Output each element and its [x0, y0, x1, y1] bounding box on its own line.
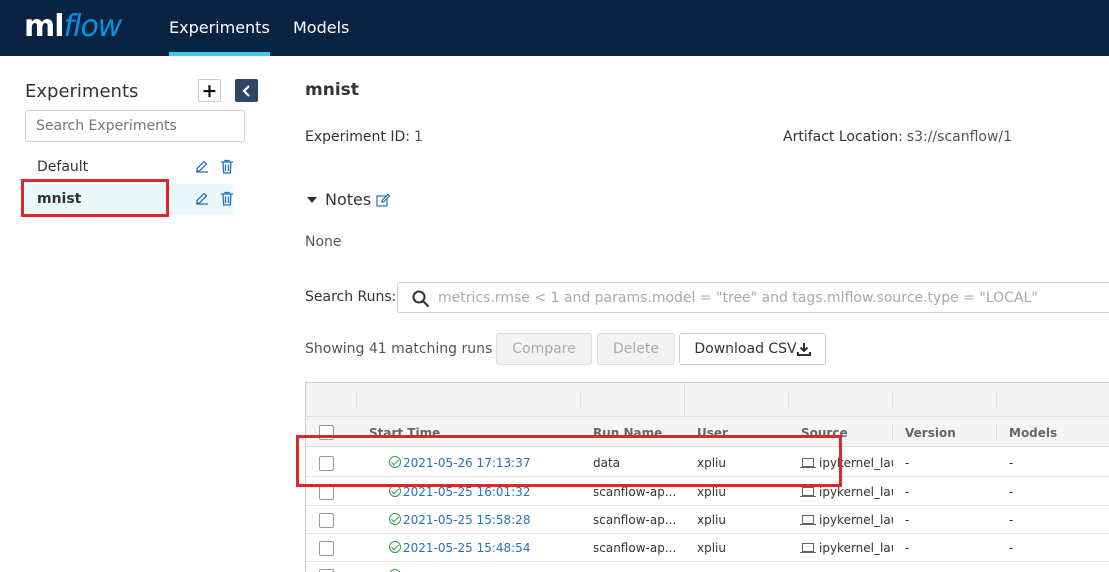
search-runs-placeholder: metrics.rmse < 1 and params.model = "tre… — [438, 290, 1038, 306]
run-name: scanflow-ap... — [593, 485, 675, 499]
trash-icon[interactable] — [220, 191, 234, 206]
run-models: - — [1009, 513, 1014, 527]
row-checkbox[interactable] — [319, 541, 334, 556]
laptop-icon — [800, 487, 816, 497]
logo-ml-text: ml — [24, 9, 65, 44]
matching-runs-count: Showing 41 matching runs — [305, 341, 493, 357]
run-source: ipykernel_lau — [819, 541, 893, 555]
download-csv-label: Download CSV — [694, 341, 797, 357]
run-version: - — [905, 456, 910, 470]
column-header-models[interactable]: Models — [1009, 426, 1057, 440]
status-success-icon — [389, 541, 401, 553]
run-user: xpliu — [697, 513, 726, 527]
run-name: scanflow-ap... — [593, 513, 675, 527]
notes-content: None — [305, 234, 342, 250]
experiment-label: Default — [37, 159, 89, 175]
notes-label: Notes — [325, 190, 372, 209]
nav-active-indicator — [169, 52, 270, 56]
delete-button[interactable]: Delete — [597, 333, 675, 365]
artifact-location-line: Artifact Location: s3://scanflow/1 — [783, 129, 1013, 145]
compare-button[interactable]: Compare — [496, 333, 592, 365]
run-user: xpliu — [697, 541, 726, 555]
search-runs-input[interactable]: metrics.rmse < 1 and params.model = "tre… — [397, 282, 1109, 313]
search-icon — [412, 290, 430, 308]
nav-experiments[interactable]: Experiments — [169, 18, 270, 37]
experiment-id-value: 1 — [413, 129, 423, 145]
run-models: - — [1009, 541, 1014, 555]
add-experiment-button[interactable]: + — [198, 79, 221, 102]
experiment-id-label: Experiment ID — [305, 129, 406, 145]
top-navbar: mlflow Experiments Models — [0, 0, 1109, 56]
search-runs-label: Search Runs: — [305, 289, 397, 305]
sidebar-title: Experiments — [25, 81, 139, 102]
edit-icon[interactable] — [195, 191, 209, 205]
download-icon — [796, 343, 811, 356]
run-source: ipykernel_lau — [819, 513, 893, 527]
edit-icon[interactable] — [195, 159, 209, 173]
run-models: - — [1009, 485, 1014, 499]
row-checkbox[interactable] — [319, 485, 334, 500]
run-user: xpliu — [697, 485, 726, 499]
table-group-header — [306, 383, 1109, 417]
laptop-icon — [800, 543, 816, 553]
run-version: - — [905, 513, 910, 527]
table-row[interactable]: 2021-05-25 15:58:28 scanflow-ap... xpliu… — [306, 506, 1109, 534]
artifact-location-label: Artifact Location — [783, 129, 899, 145]
column-header-version[interactable]: Version — [905, 426, 956, 440]
table-row[interactable] — [306, 562, 1109, 572]
nav-models[interactable]: Models — [293, 18, 349, 37]
notes-header[interactable]: Notes — [325, 190, 371, 209]
download-csv-button[interactable]: Download CSV — [679, 333, 826, 365]
highlight-box-first-run — [296, 435, 842, 487]
table-row[interactable]: 2021-05-25 15:48:54 scanflow-ap... xpliu… — [306, 534, 1109, 562]
logo-flow-text: flow — [63, 9, 123, 44]
collapse-sidebar-button[interactable] — [235, 79, 258, 102]
run-start-time-link[interactable]: 2021-05-25 15:48:54 — [403, 541, 530, 555]
chevron-left-icon — [241, 84, 250, 97]
edit-notes-icon[interactable] — [376, 193, 391, 208]
mlflow-logo[interactable]: mlflow — [24, 9, 123, 44]
experiment-id-line: Experiment ID: 1 — [305, 129, 423, 145]
highlight-box-mnist — [21, 179, 169, 217]
artifact-location-value: s3://scanflow/1 — [906, 129, 1013, 145]
run-name: scanflow-ap... — [593, 541, 675, 555]
search-experiments-input[interactable] — [25, 110, 245, 142]
caret-down-icon[interactable] — [307, 197, 317, 203]
run-version: - — [905, 541, 910, 555]
run-version: - — [905, 485, 910, 499]
run-start-time-link[interactable]: 2021-05-25 15:58:28 — [403, 513, 530, 527]
status-success-icon — [389, 513, 401, 525]
trash-icon[interactable] — [220, 159, 234, 174]
run-start-time-link[interactable]: 2021-05-25 16:01:32 — [403, 485, 530, 499]
plus-icon: + — [201, 79, 218, 102]
row-checkbox[interactable] — [319, 513, 334, 528]
experiment-item-default[interactable]: Default — [25, 152, 233, 182]
run-source: ipykernel_lau — [819, 485, 893, 499]
experiment-title: mnist — [305, 80, 359, 100]
laptop-icon — [800, 515, 816, 525]
run-models: - — [1009, 456, 1014, 470]
